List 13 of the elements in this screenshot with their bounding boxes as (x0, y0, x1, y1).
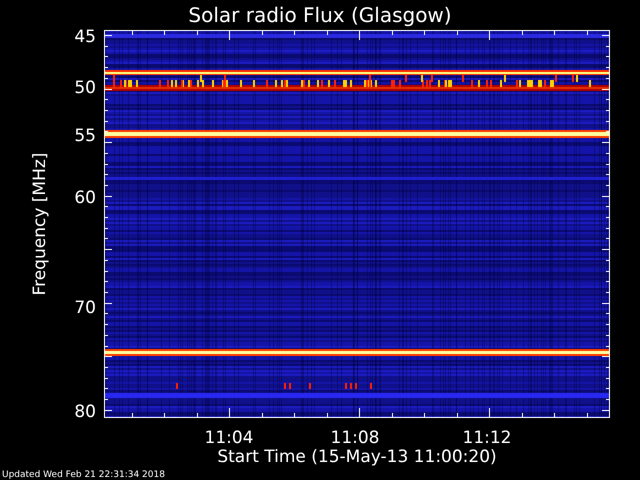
x-axis-label: Start Time (15-May-13 11:00:20) (217, 447, 497, 467)
update-timestamp: Updated Wed Feb 21 22:31:34 2018 (2, 470, 165, 480)
y-tick-label: 50 (74, 78, 96, 98)
y-tick-label: 45 (74, 27, 96, 47)
y-tick-label: 55 (74, 126, 96, 146)
x-tick-label: 11:12 (462, 428, 512, 448)
y-tick-label: 80 (74, 402, 96, 422)
x-tick-label: 11:08 (330, 428, 380, 448)
y-tick-label: 60 (74, 188, 96, 208)
chart-title: Solar radio Flux (Glasgow) (188, 3, 452, 27)
x-tick-label: 11:04 (204, 428, 254, 448)
y-tick-label: 70 (74, 298, 96, 318)
y-axis-label: Frequency [MHz] (30, 152, 50, 296)
